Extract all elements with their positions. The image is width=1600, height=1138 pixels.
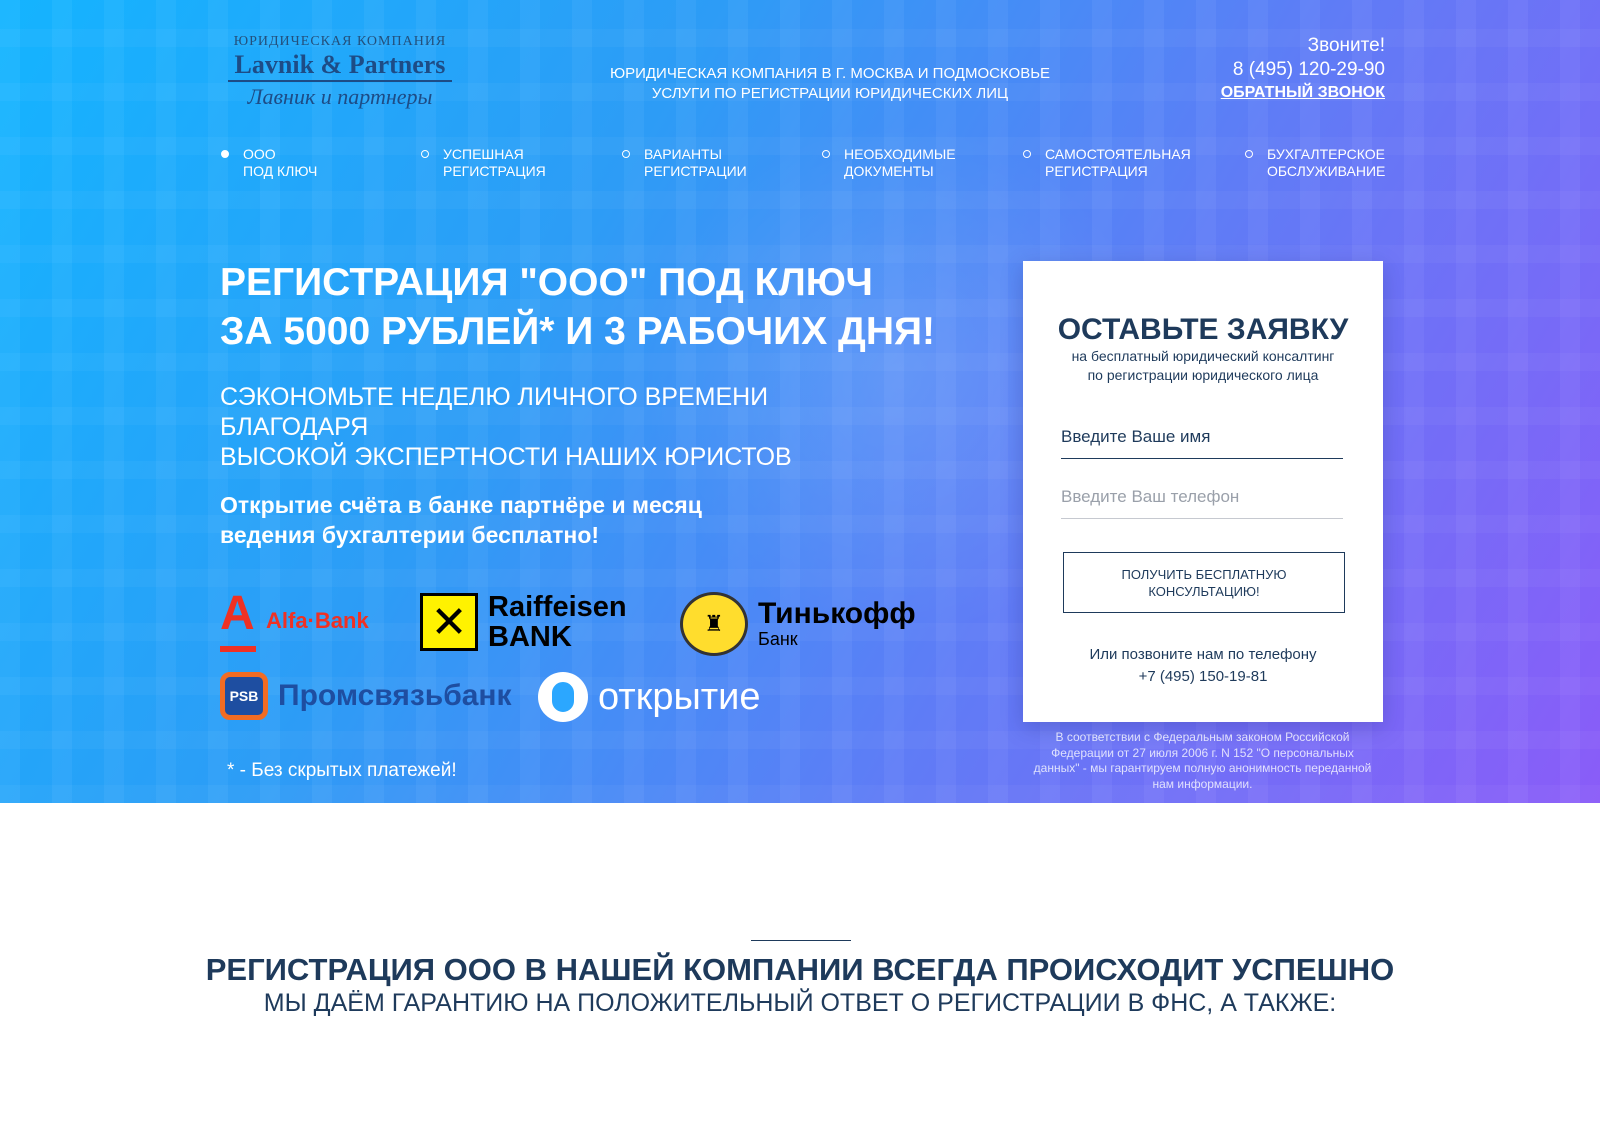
name-input[interactable] <box>1061 415 1343 459</box>
nav-item-label: ДОКУМЕНТЫ <box>844 163 934 179</box>
nav-bullet-icon <box>1023 150 1031 158</box>
nav-item-label: НЕОБХОДИМЫЕ <box>844 146 956 162</box>
get-consultation-button[interactable]: ПОЛУЧИТЬ БЕСПЛАТНУЮ КОНСУЛЬТАЦИЮ! <box>1063 552 1345 613</box>
tinkoff-bank-name: Тинькофф <box>758 597 916 630</box>
hero-offer-line-1: Открытие счёта в банке партнёре и месяц <box>220 492 702 518</box>
hero-subtitle-line-1: СЭКОНОМЬТЕ НЕДЕЛЮ ЛИЧНОГО ВРЕМЕНИ БЛАГОД… <box>220 383 769 441</box>
nav-bullet-icon <box>622 150 630 158</box>
alfa-bank-logo: А Alfa·Bank <box>220 590 369 652</box>
nav-item-label: РЕГИСТРАЦИЯ <box>1045 163 1148 179</box>
nav-item-label: УСПЕШНАЯ <box>443 146 524 162</box>
nav-item-label: САМОСТОЯТЕЛЬНАЯ <box>1045 146 1191 162</box>
otkritie-bank-logo: открытие <box>538 672 761 722</box>
psb-bank-icon: PSB <box>220 672 268 720</box>
header-phone-link[interactable]: 8 (495) 120-29-90 <box>1180 58 1385 82</box>
nav-item-label: РЕГИСТРАЦИЯ <box>443 163 546 179</box>
nav-item-label: ОБСЛУЖИВАНИЕ <box>1267 163 1386 179</box>
nav-item-label: ООО <box>243 146 276 162</box>
tagline-line-1: ЮРИДИЧЕСКАЯ КОМПАНИЯ В Г. МОСКВА И ПОДМО… <box>609 65 1051 82</box>
alfa-bank-bar <box>220 646 256 652</box>
section-subtitle: МЫ ДАЁМ ГАРАНТИЮ НА ПОЛОЖИТЕЛЬНЫЙ ОТВЕТ … <box>263 989 1337 1017</box>
logo-top-text: ЮРИДИЧЕСКАЯ КОМПАНИЯ <box>233 34 447 49</box>
hero-footnote: * - Без скрытых платежей! <box>227 760 457 781</box>
section-divider <box>751 940 851 941</box>
logo-main-text: Lavnik & Partners <box>234 50 446 79</box>
phone-input[interactable] <box>1061 475 1343 519</box>
header-contact: Звоните! 8 (495) 120-29-90 ОБРАТНЫЙ ЗВОН… <box>1180 34 1385 104</box>
logo-divider <box>228 80 452 82</box>
tinkoff-bank-logo: ♜ Тинькофф Банк <box>680 592 916 656</box>
callback-link[interactable]: ОБРАТНЫЙ ЗВОНОК <box>1180 82 1385 104</box>
raiffeisen-bank-icon: ✕ <box>420 593 478 651</box>
partner-banks: А Alfa·Bank ✕ Raiffeisen BANK ♜ Тинькофф… <box>220 588 920 728</box>
hero-offer-line-2: ведения бухгалтерии бесплатно! <box>220 522 600 548</box>
hero-title-line-1: РЕГИСТРАЦИЯ "ООО" ПОД КЛЮЧ <box>220 261 873 304</box>
header-tagline: ЮРИДИЧЕСКАЯ КОМПАНИЯ В Г. МОСКВА И ПОДМО… <box>590 64 1070 104</box>
nav-item-label: ВАРИАНТЫ <box>644 146 723 162</box>
company-logo[interactable]: ЮРИДИЧЕСКАЯ КОМПАНИЯ Lavnik & Partners Л… <box>220 34 460 110</box>
section-title: РЕГИСТРАЦИЯ ООО В НАШЕЙ КОМПАНИИ ВСЕГДА … <box>205 952 1395 987</box>
hero-title-line-2: ЗА 5000 РУБЛЕЙ* И 3 РАБОЧИХ ДНЯ! <box>220 310 936 353</box>
nav-bullet-icon <box>822 150 830 158</box>
otkritie-bank-icon <box>538 672 588 722</box>
nav-item-successful-registration[interactable]: УСПЕШНАЯ РЕГИСТРАЦИЯ <box>421 146 546 180</box>
tinkoff-bank-suffix: Банк <box>758 629 798 649</box>
hero-section: ЮРИДИЧЕСКАЯ КОМПАНИЯ Lavnik & Partners Л… <box>0 0 1600 803</box>
raiffeisen-bank-logo: ✕ Raiffeisen BANK <box>420 592 627 652</box>
submit-label-line-2: КОНСУЛЬТАЦИЮ! <box>1148 583 1260 599</box>
hero-title: РЕГИСТРАЦИЯ "ООО" ПОД КЛЮЧ ЗА 5000 РУБЛЕ… <box>220 258 980 356</box>
hero-subtitle-line-2: ВЫСОКОЙ ЭКСПЕРТНОСТИ НАШИХ ЮРИСТОВ <box>220 443 792 471</box>
privacy-notice: В соответствии с Федеральным законом Рос… <box>1033 730 1372 791</box>
tagline-line-2: УСЛУГИ ПО РЕГИСТРАЦИИ ЮРИДИЧЕСКИХ ЛИЦ <box>651 85 1009 102</box>
psb-bank-logo: PSB Промсвязьбанк <box>220 672 512 720</box>
form-call-text: Или позвоните нам по телефону <box>1089 646 1317 663</box>
nav-item-registration-options[interactable]: ВАРИАНТЫ РЕГИСТРАЦИИ <box>622 146 747 180</box>
call-label: Звоните! <box>1307 35 1385 56</box>
form-subtitle-line-2: по регистрации юридического лица <box>1087 367 1319 383</box>
form-title: ОСТАВЬТЕ ЗАЯВКУ <box>1057 313 1349 346</box>
form-subtitle-line-1: на бесплатный юридический консалтинг <box>1071 348 1335 364</box>
raiffeisen-bank-name: Raiffeisen <box>488 591 627 623</box>
form-call-phone[interactable]: +7 (495) 150-19-81 <box>1023 666 1383 688</box>
nav-item-accounting[interactable]: БУХГАЛТЕРСКОЕ ОБСЛУЖИВАНИЕ <box>1245 146 1385 180</box>
nav-item-label: БУХГАЛТЕРСКОЕ <box>1267 146 1385 162</box>
logo-sub-text: Лавник и партнеры <box>247 84 433 109</box>
raiffeisen-bank-suffix: BANK <box>488 621 572 653</box>
nav-bullet-icon <box>421 150 429 158</box>
hero-offer: Открытие счёта в банке партнёре и месяц … <box>220 490 780 550</box>
psb-bank-name: Промсвязьбанк <box>278 679 512 712</box>
tinkoff-bank-icon: ♜ <box>680 592 748 656</box>
form-call: Или позвоните нам по телефону +7 (495) 1… <box>1023 644 1383 688</box>
nav-item-label: ПОД КЛЮЧ <box>243 163 318 179</box>
nav-item-label: РЕГИСТРАЦИИ <box>644 163 747 179</box>
lead-form-card: ОСТАВЬТЕ ЗАЯВКУ на бесплатный юридически… <box>1023 261 1383 722</box>
nav-bullet-icon <box>1245 150 1253 158</box>
form-subtitle: на бесплатный юридический консалтинг по … <box>1043 347 1363 385</box>
nav-bullet-active-icon <box>221 150 229 158</box>
alfa-bank-name: Alfa·Bank <box>266 608 369 633</box>
hero-subtitle: СЭКОНОМЬТЕ НЕДЕЛЮ ЛИЧНОГО ВРЕМЕНИ БЛАГОД… <box>220 382 920 472</box>
otkritie-bank-name: открытие <box>598 676 761 718</box>
main-nav: ООО ПОД КЛЮЧ УСПЕШНАЯ РЕГИСТРАЦИЯ ВАРИАНТЫ… <box>221 146 1391 186</box>
alfa-bank-letter: А <box>220 587 255 640</box>
nav-item-ooo-turnkey[interactable]: ООО ПОД КЛЮЧ <box>221 146 317 180</box>
nav-item-self-registration[interactable]: САМОСТОЯТЕЛЬНАЯ РЕГИСТРАЦИЯ <box>1023 146 1191 180</box>
submit-label-line-1: ПОЛУЧИТЬ БЕСПЛАТНУЮ <box>1121 566 1287 582</box>
alfa-bank-icon: А <box>220 590 256 652</box>
nav-item-required-documents[interactable]: НЕОБХОДИМЫЕ ДОКУМЕНТЫ <box>822 146 956 180</box>
